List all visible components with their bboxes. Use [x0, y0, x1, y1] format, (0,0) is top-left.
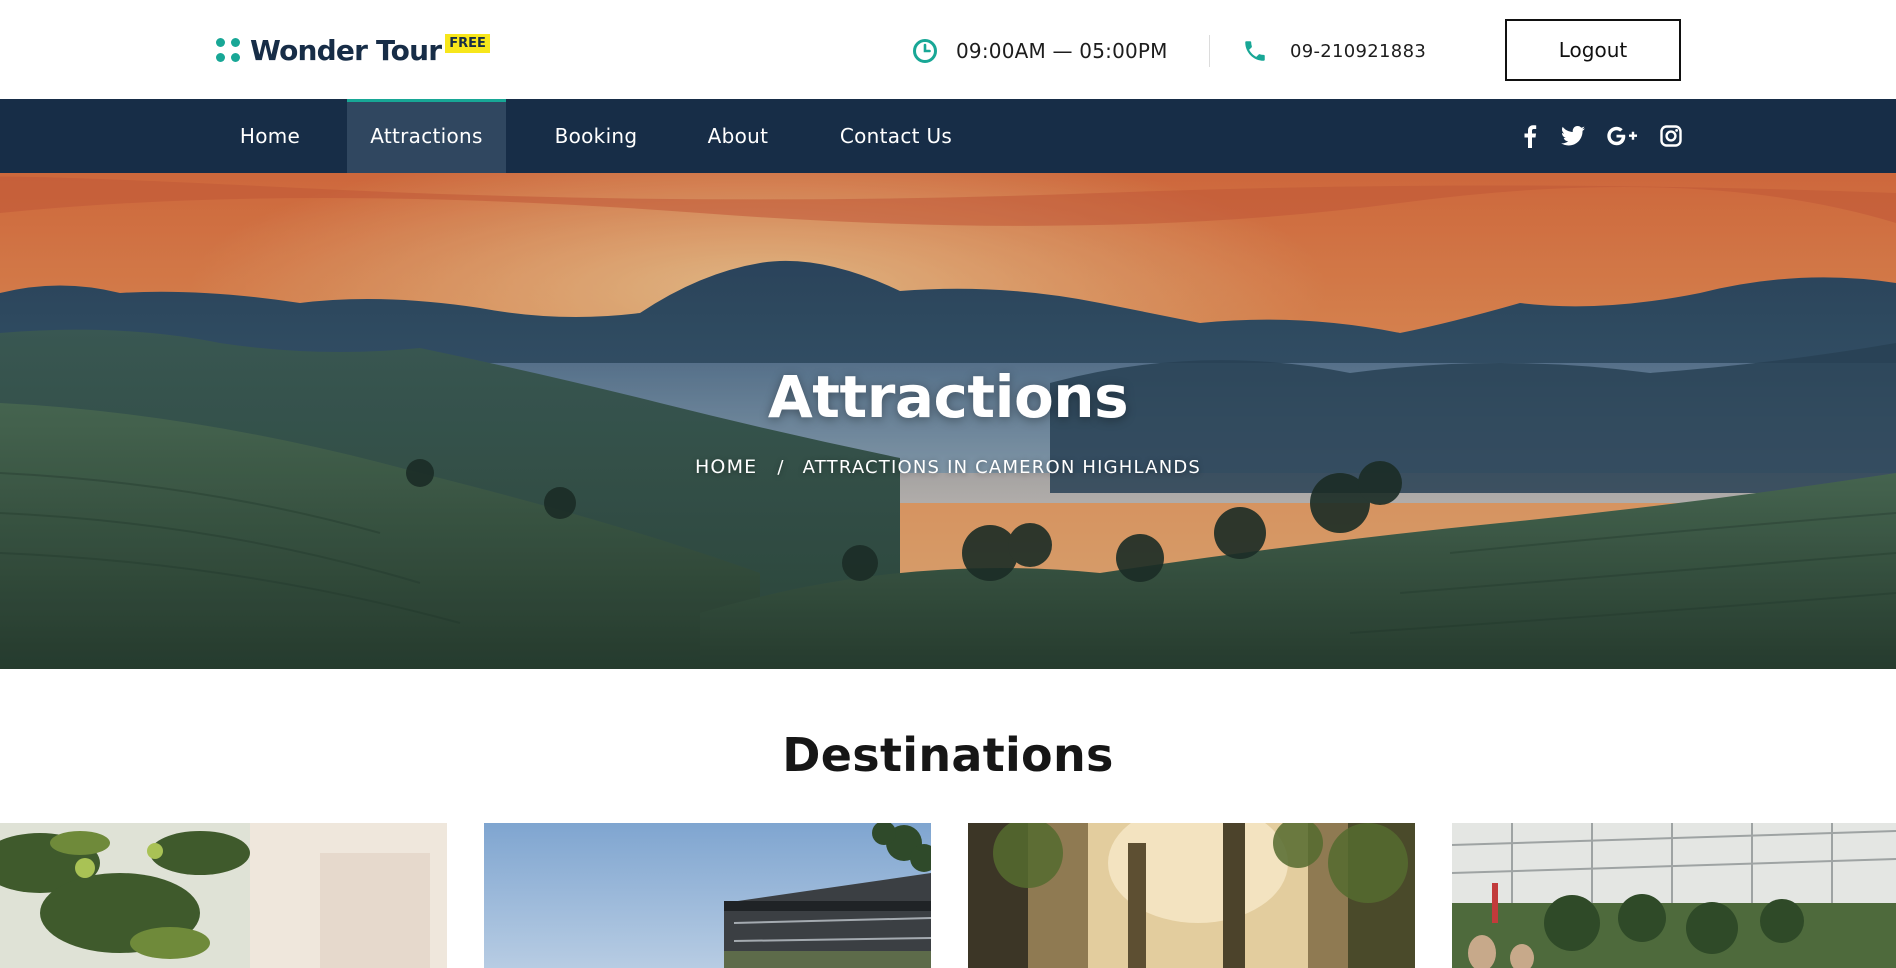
site-header: Wonder Tour FREE 09:00AM — 05:00PM 09-21…	[0, 0, 1896, 99]
destination-card-1[interactable]	[0, 823, 447, 968]
nav-item-about[interactable]: About	[686, 99, 790, 173]
opening-hours: 09:00AM — 05:00PM	[912, 36, 1168, 66]
instagram-icon	[1660, 125, 1682, 147]
destination-card-2[interactable]	[484, 823, 931, 968]
destination-card-3[interactable]	[968, 823, 1415, 968]
breadcrumb-separator: /	[777, 456, 785, 478]
twitter-link[interactable]	[1558, 99, 1588, 173]
hours-text: 09:00AM — 05:00PM	[956, 39, 1168, 63]
brand-logo[interactable]: Wonder Tour FREE	[216, 32, 490, 68]
brand-name: Wonder Tour	[250, 33, 442, 67]
breadcrumb-current: ATTRACTIONS IN CAMERON HIGHLANDS	[802, 456, 1202, 478]
nav-item-home[interactable]: Home	[220, 99, 320, 173]
instagram-link[interactable]	[1656, 99, 1686, 173]
breadcrumb-home-link[interactable]: HOME	[695, 456, 757, 478]
brand-badge: FREE	[445, 33, 490, 53]
phone-icon	[1245, 41, 1265, 61]
header-divider	[1209, 35, 1210, 67]
page-title: Attractions	[767, 363, 1129, 431]
logout-button[interactable]: Logout	[1505, 19, 1681, 81]
nav-item-booking[interactable]: Booking	[534, 99, 658, 173]
facebook-icon	[1524, 125, 1537, 148]
destination-image-4	[1452, 823, 1896, 968]
google-plus-link[interactable]	[1604, 99, 1640, 173]
phone-number: 09-210921883	[1290, 40, 1427, 62]
google-plus-icon	[1607, 126, 1637, 146]
destination-image-2	[484, 823, 931, 968]
phone-contact[interactable]: 09-210921883	[1242, 36, 1426, 66]
facebook-link[interactable]	[1516, 99, 1544, 173]
clock-icon	[913, 39, 937, 63]
twitter-icon	[1561, 126, 1585, 146]
logo-dots-icon	[216, 38, 240, 62]
destination-card-4[interactable]	[1452, 823, 1896, 968]
destination-image-1	[0, 823, 447, 968]
destination-image-3	[968, 823, 1415, 968]
breadcrumb: HOME / ATTRACTIONS IN CAMERON HIGHLANDS	[0, 456, 1896, 478]
destinations-heading: Destinations	[782, 728, 1114, 782]
hero-banner: Attractions HOME / ATTRACTIONS IN CAMERO…	[0, 173, 1896, 669]
nav-item-contact-us[interactable]: Contact Us	[818, 99, 974, 173]
main-nav: Home Attractions Booking About Contact U…	[0, 99, 1896, 173]
nav-item-attractions[interactable]: Attractions	[347, 99, 506, 173]
